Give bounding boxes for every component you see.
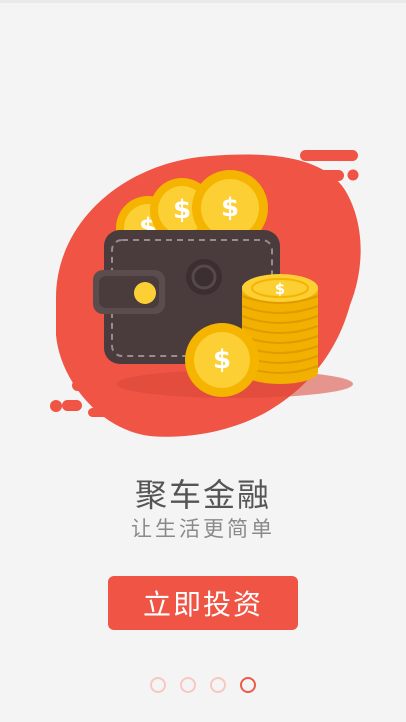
page-dot[interactable] (180, 677, 196, 693)
hero-illustration: $ (50, 150, 361, 437)
status-bar (0, 0, 406, 3)
invest-now-button[interactable]: 立即投资 (108, 576, 298, 630)
app-title: 聚车金融 (134, 476, 271, 514)
onboarding-screen: $ 聚车金融 让生活更简单 立即投资 (0, 0, 406, 722)
app-slogan: 让生活更简单 (131, 517, 275, 541)
page-dot[interactable] (240, 677, 256, 693)
page-dot[interactable] (210, 677, 226, 693)
page-dot[interactable] (150, 677, 166, 693)
page-indicator (0, 677, 406, 695)
dollar-coin-icon (185, 323, 259, 397)
svg-text:$: $ (275, 280, 285, 298)
